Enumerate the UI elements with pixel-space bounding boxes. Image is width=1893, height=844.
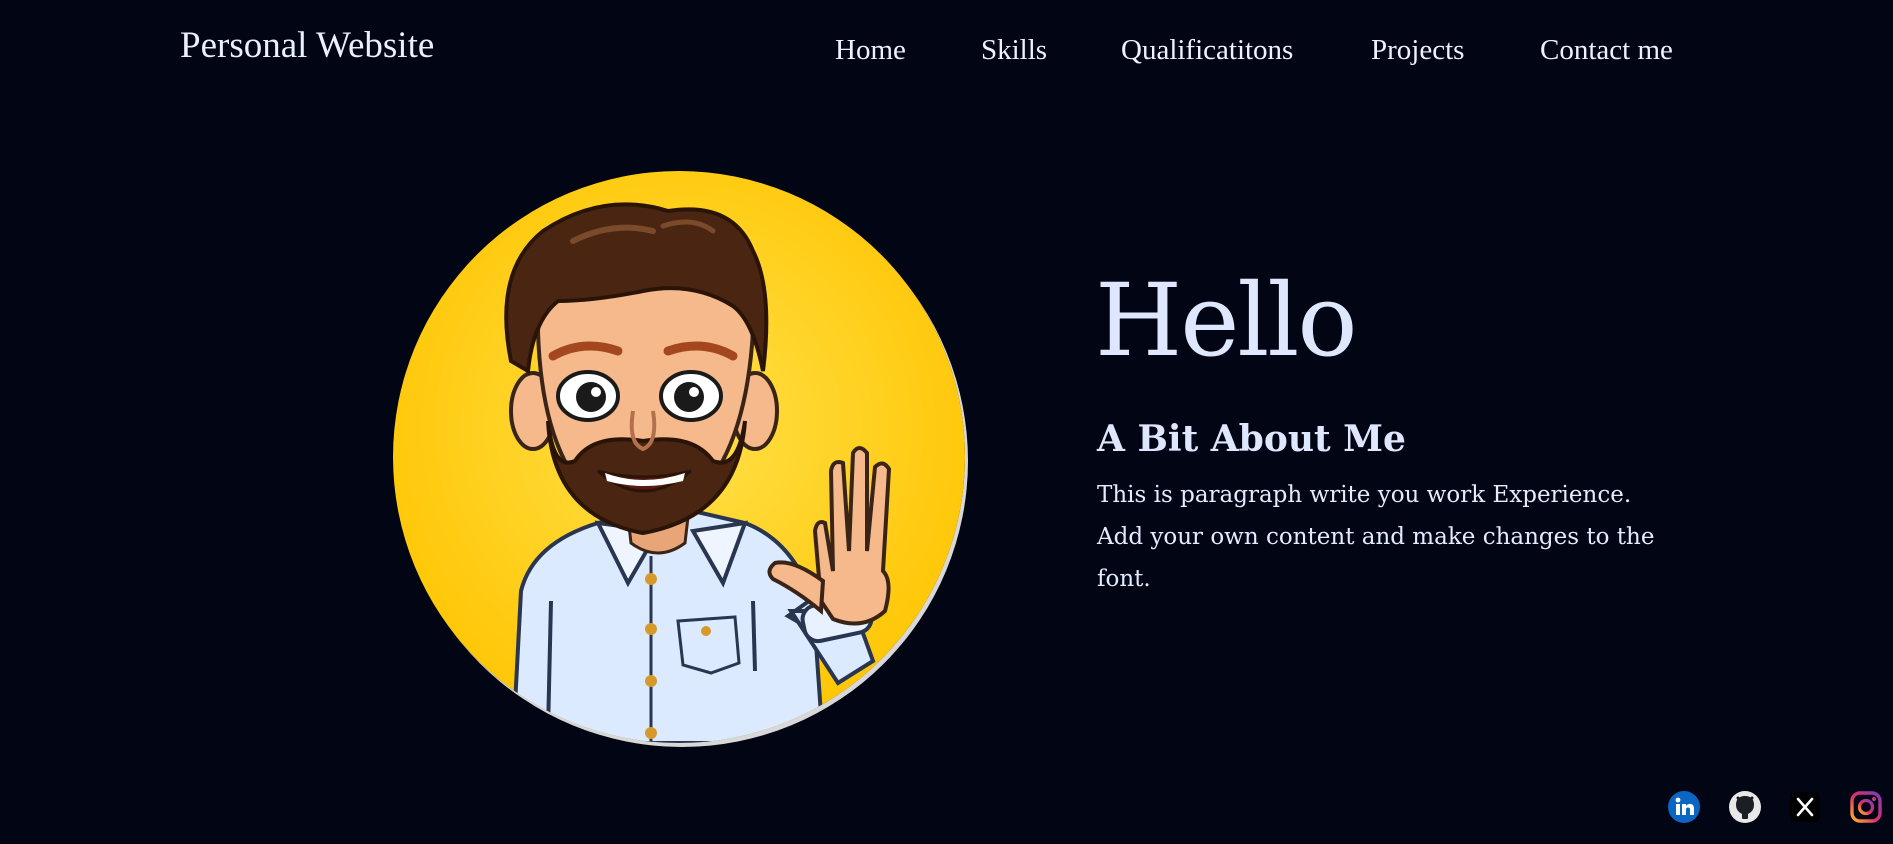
main-nav: Home Skills Qualificatitons Projects Con… — [0, 34, 1893, 74]
waving-man-avatar-image — [393, 171, 965, 743]
linkedin-icon[interactable] — [1667, 790, 1701, 824]
nav-home[interactable]: Home — [835, 34, 906, 67]
nav-projects[interactable]: Projects — [1371, 34, 1464, 67]
about-heading: A Bit About Me — [1097, 418, 1406, 460]
nav-qualifications[interactable]: Qualificatitons — [1121, 34, 1293, 67]
about-paragraph: This is paragraph write you work Experie… — [1097, 482, 1655, 592]
nav-skills[interactable]: Skills — [981, 34, 1047, 67]
x-icon[interactable] — [1788, 790, 1822, 824]
hero-greeting: Hello — [1095, 262, 1358, 379]
github-icon[interactable] — [1728, 790, 1762, 824]
instagram-icon[interactable] — [1849, 790, 1883, 824]
nav-contact-me[interactable]: Contact me — [1540, 34, 1673, 67]
avatar — [393, 171, 965, 743]
